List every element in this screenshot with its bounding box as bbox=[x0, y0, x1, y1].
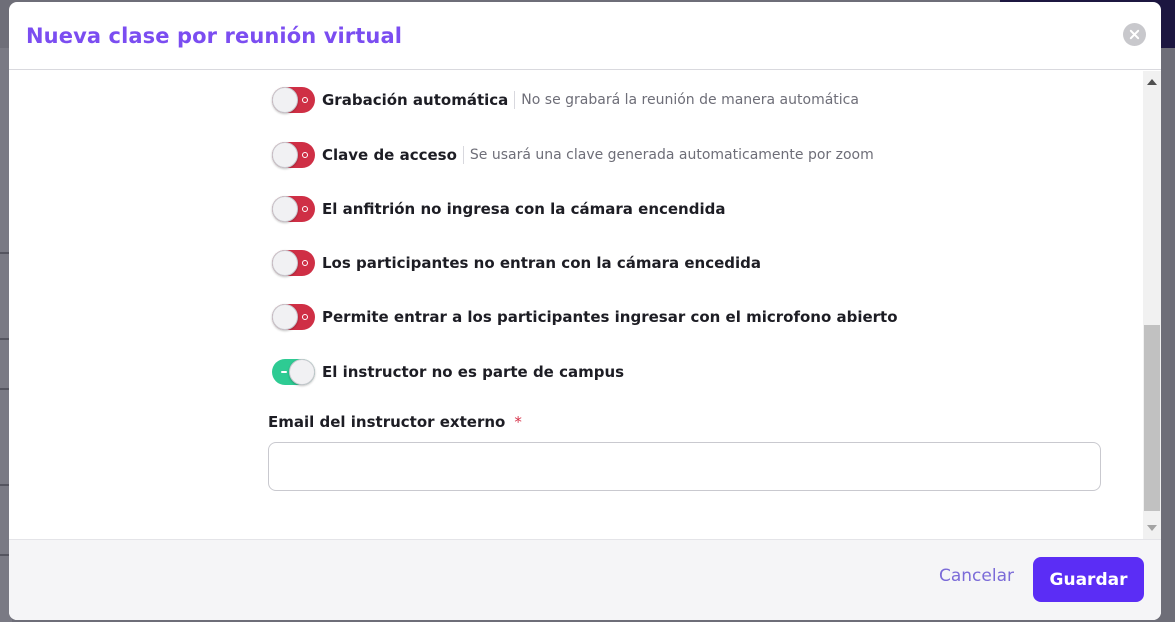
modal-footer: Cancelar Guardar bbox=[9, 539, 1161, 620]
toggle-label: Permite entrar a los participantes ingre… bbox=[322, 308, 898, 326]
toggle-label: Grabación automática bbox=[322, 91, 509, 109]
toggle-on-indicator bbox=[281, 371, 287, 373]
participants-microphone-switch[interactable] bbox=[272, 304, 315, 330]
switch-knob bbox=[272, 304, 298, 330]
modal-scrollbar[interactable] bbox=[1143, 71, 1161, 539]
chevron-down-icon[interactable] bbox=[1147, 525, 1157, 531]
chevron-up-icon[interactable] bbox=[1147, 79, 1157, 85]
external-instructor-email-label: Email del instructor externo * bbox=[268, 413, 522, 431]
close-icon bbox=[1129, 29, 1140, 40]
toggle-description: No se grabará la reunión de manera autom… bbox=[514, 91, 859, 109]
modal-body: Grabación automática No se grabará la re… bbox=[9, 71, 1161, 539]
cancel-button[interactable]: Cancelar bbox=[939, 566, 1014, 586]
switch-knob bbox=[272, 87, 298, 113]
new-virtual-class-modal: Nueva clase por reunión virtual Grabació… bbox=[9, 2, 1161, 620]
required-marker: * bbox=[514, 413, 522, 431]
save-button[interactable]: Guardar bbox=[1033, 557, 1144, 602]
toggle-off-indicator bbox=[302, 97, 308, 103]
toggle-label: El instructor no es parte de campus bbox=[322, 363, 625, 381]
toggle-description: Se usará una clave generada automaticame… bbox=[462, 146, 874, 164]
toggle-label: Los participantes no entran con la cámar… bbox=[322, 254, 762, 272]
toggle-row-external-instructor: El instructor no es parte de campus bbox=[272, 357, 624, 387]
toggle-row-participants-camera: Los participantes no entran con la cámar… bbox=[272, 248, 761, 278]
close-button[interactable] bbox=[1123, 23, 1146, 46]
field-label-text: Email del instructor externo bbox=[268, 413, 506, 431]
toggle-off-indicator bbox=[302, 314, 308, 320]
toggle-row-participants-microphone: Permite entrar a los participantes ingre… bbox=[272, 302, 898, 332]
toggle-off-indicator bbox=[302, 206, 308, 212]
toggle-row-passcode: Clave de acceso Se usará una clave gener… bbox=[272, 140, 874, 170]
external-instructor-email-input[interactable] bbox=[268, 442, 1101, 491]
toggle-off-indicator bbox=[302, 260, 308, 266]
switch-knob bbox=[289, 359, 315, 385]
toggle-row-host-camera: El anfitrión no ingresa con la cámara en… bbox=[272, 194, 725, 224]
modal-header: Nueva clase por reunión virtual bbox=[9, 2, 1161, 70]
external-instructor-switch[interactable] bbox=[272, 359, 315, 385]
toggle-label: Clave de acceso bbox=[322, 146, 457, 164]
auto-recording-switch[interactable] bbox=[272, 87, 315, 113]
toggle-off-indicator bbox=[302, 152, 308, 158]
switch-knob bbox=[272, 250, 298, 276]
toggle-row-auto-recording: Grabación automática No se grabará la re… bbox=[272, 85, 859, 115]
host-camera-switch[interactable] bbox=[272, 196, 315, 222]
toggle-label: El anfitrión no ingresa con la cámara en… bbox=[322, 200, 726, 218]
scrollbar-thumb[interactable] bbox=[1144, 325, 1160, 511]
switch-knob bbox=[272, 142, 298, 168]
modal-title: Nueva clase por reunión virtual bbox=[26, 23, 403, 48]
passcode-switch[interactable] bbox=[272, 142, 315, 168]
participants-camera-switch[interactable] bbox=[272, 250, 315, 276]
switch-knob bbox=[272, 196, 298, 222]
